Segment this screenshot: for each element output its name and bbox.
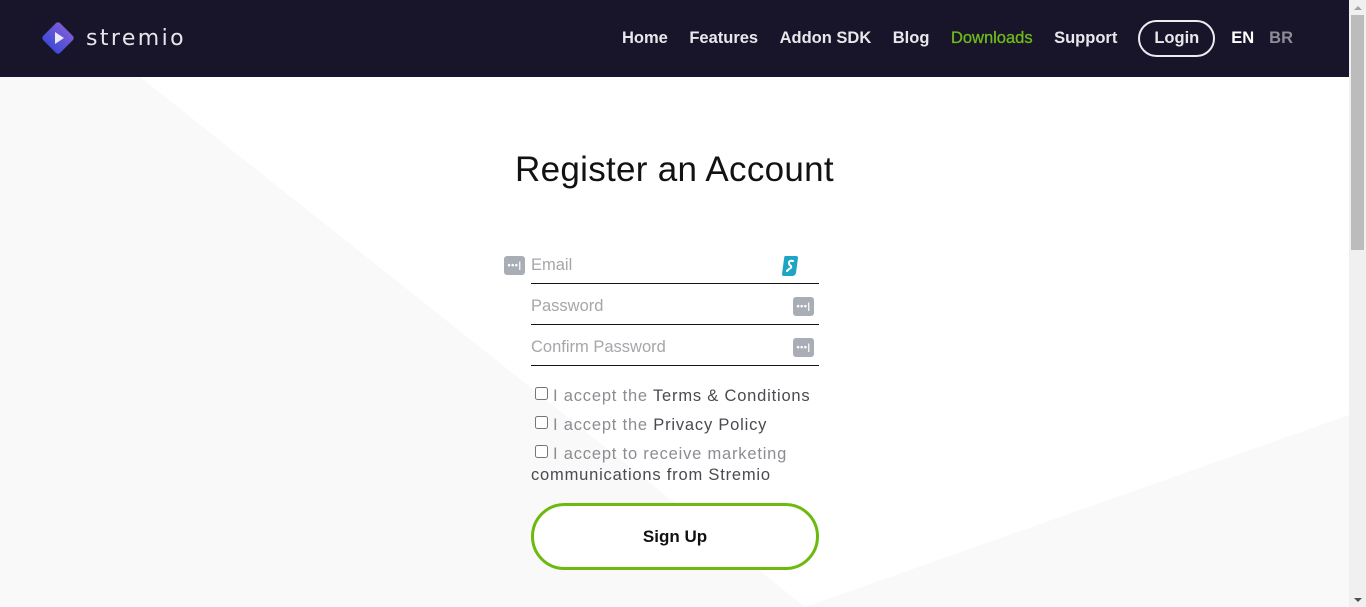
arrow-down-icon [1353, 597, 1362, 602]
email-field-wrapper: •••| [504, 243, 819, 284]
consent-checkboxes: I accept the Terms & Conditions I accept… [531, 386, 819, 486]
scrollbar-thumb[interactable] [1351, 15, 1364, 250]
privacy-prefix: I accept the [553, 416, 654, 434]
confirm-password-field-wrapper: •••| [531, 325, 819, 366]
password-manager-icon[interactable]: •••| [793, 297, 814, 316]
email-input[interactable] [531, 253, 781, 277]
stremio-logo-icon [40, 20, 76, 56]
arrow-up-icon [1353, 5, 1362, 10]
main-nav: Home Features Addon SDK Blog Downloads S… [600, 0, 1293, 77]
marketing-checkbox[interactable] [535, 445, 548, 458]
logo-link[interactable]: stremio [40, 20, 186, 56]
page: stremio Home Features Addon SDK Blog Dow… [0, 0, 1349, 607]
confirm-password-input[interactable] [531, 335, 781, 359]
password-manager-icon[interactable]: •••| [793, 338, 814, 357]
surfshark-extension-icon[interactable] [781, 255, 799, 277]
privacy-consent[interactable]: I accept the Privacy Policy [531, 415, 819, 436]
language-br[interactable]: BR [1269, 29, 1293, 48]
terms-consent[interactable]: I accept the Terms & Conditions [531, 386, 819, 407]
register-form: •••| •••| •••| I accept the Terms & Cond… [504, 243, 819, 570]
language-en[interactable]: EN [1231, 29, 1254, 48]
nav-support[interactable]: Support [1054, 29, 1117, 48]
vertical-scrollbar[interactable] [1349, 0, 1366, 607]
privacy-link[interactable]: Privacy Policy [653, 416, 767, 434]
scroll-down-button[interactable] [1349, 592, 1366, 607]
password-manager-icon[interactable]: •••| [504, 256, 525, 275]
page-title: Register an Account [515, 150, 834, 189]
privacy-checkbox[interactable] [535, 416, 548, 429]
nav-addon-sdk[interactable]: Addon SDK [780, 29, 872, 48]
terms-link[interactable]: Terms & Conditions [653, 387, 810, 405]
marketing-prefix: I accept to receive marketing [553, 445, 788, 463]
password-input[interactable] [531, 294, 781, 318]
nav-downloads[interactable]: Downloads [951, 29, 1033, 48]
terms-checkbox[interactable] [535, 387, 548, 400]
login-button[interactable]: Login [1138, 20, 1216, 57]
terms-prefix: I accept the [553, 387, 653, 405]
nav-features[interactable]: Features [689, 29, 758, 48]
password-field-wrapper: •••| [531, 284, 819, 325]
marketing-suffix: communications from Stremio [531, 466, 771, 484]
top-navbar: stremio Home Features Addon SDK Blog Dow… [0, 0, 1349, 77]
brand-name: stremio [86, 25, 186, 51]
scroll-up-button[interactable] [1349, 0, 1366, 15]
nav-home[interactable]: Home [622, 29, 668, 48]
register-section: Register an Account •••| •••| •••| [0, 77, 1349, 607]
nav-blog[interactable]: Blog [893, 29, 930, 48]
sign-up-button[interactable]: Sign Up [531, 503, 819, 570]
marketing-consent[interactable]: I accept to receive marketing communicat… [531, 444, 819, 486]
